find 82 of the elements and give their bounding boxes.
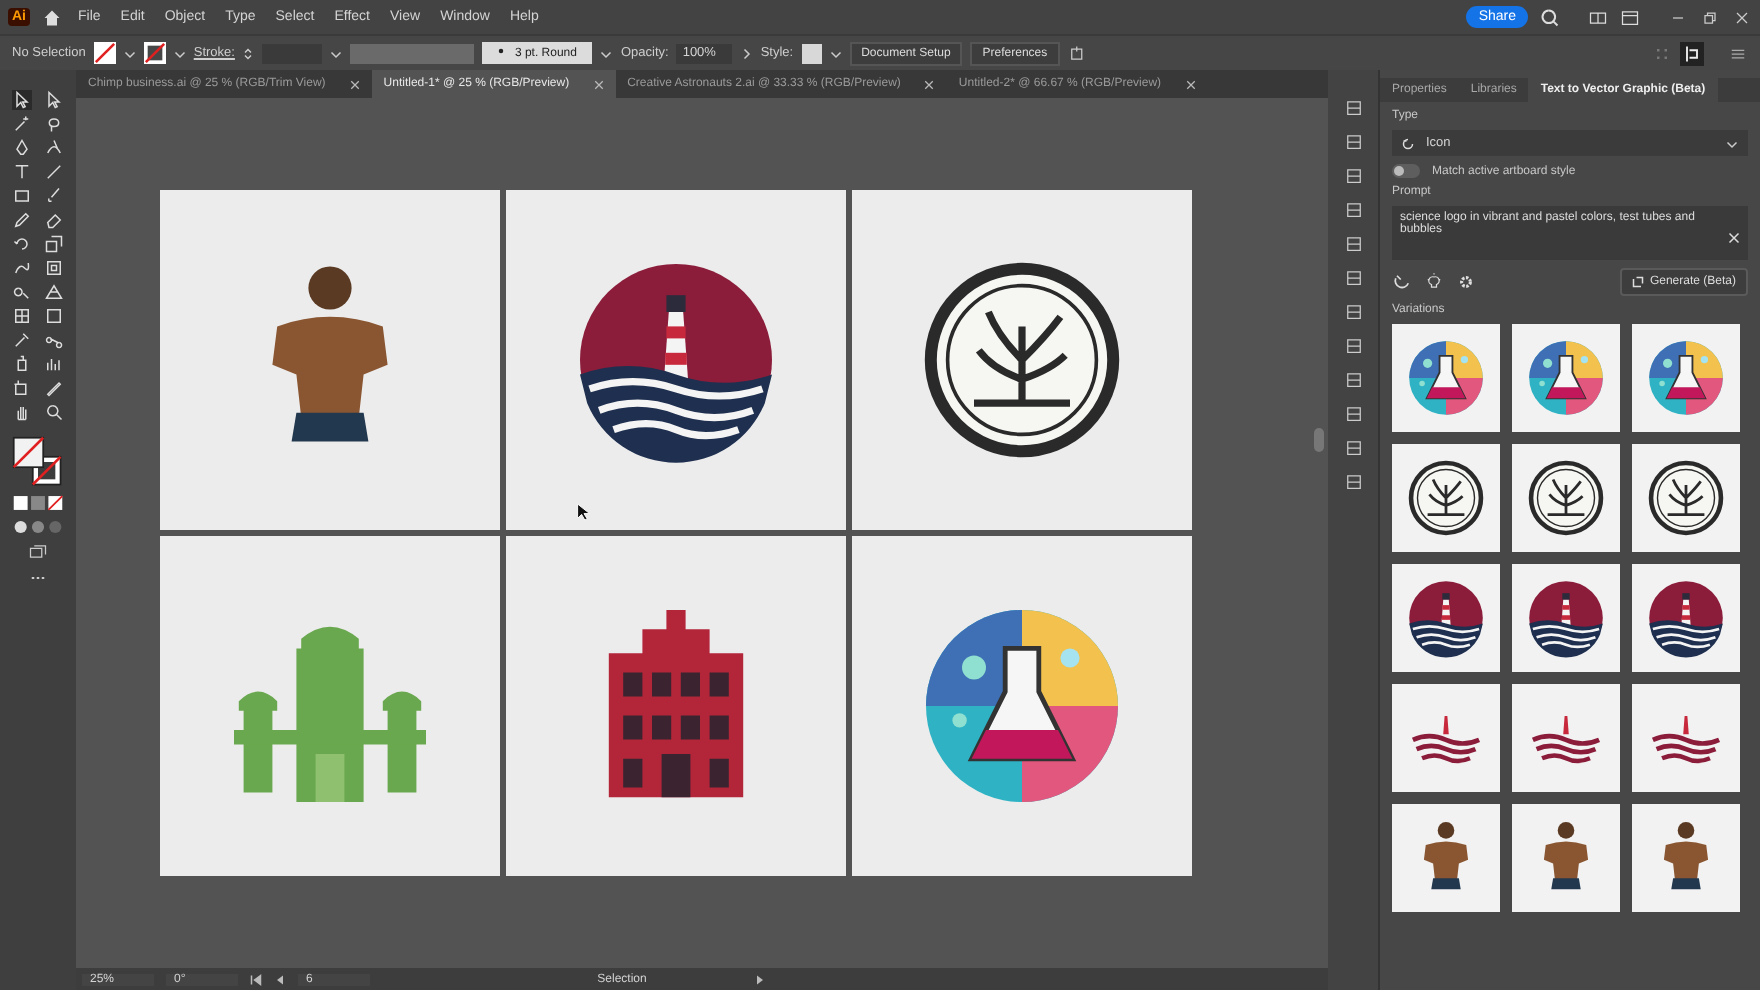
first-artboard-icon[interactable] xyxy=(250,973,262,985)
hand-tool-icon[interactable] xyxy=(12,402,32,422)
close-icon[interactable] xyxy=(924,79,935,89)
slice-tool-icon[interactable] xyxy=(44,378,64,398)
stepper-icon[interactable] xyxy=(242,47,255,59)
variation-thumbnail[interactable] xyxy=(1512,324,1620,432)
chevron-icon[interactable] xyxy=(740,47,753,59)
style-swatch[interactable] xyxy=(801,43,822,63)
magic-wand-icon[interactable] xyxy=(12,114,32,134)
close-icon[interactable] xyxy=(593,79,604,89)
variation-thumbnail[interactable] xyxy=(1512,444,1620,552)
icon-type-icon xyxy=(1402,137,1414,149)
eyedropper-icon[interactable] xyxy=(12,330,32,350)
curvature-pen-icon[interactable] xyxy=(44,138,64,158)
scale-tool-icon[interactable] xyxy=(44,234,64,254)
stroke-swatch[interactable] xyxy=(143,42,166,64)
variation-thumbnail[interactable] xyxy=(1632,324,1740,432)
clear-icon[interactable] xyxy=(1728,232,1740,244)
settings-icon[interactable] xyxy=(1456,272,1476,292)
rotate-tool-icon[interactable] xyxy=(12,234,32,254)
line-tool-icon[interactable] xyxy=(44,162,64,182)
variation-thumbnail[interactable] xyxy=(1632,684,1740,792)
fill-swatch[interactable] xyxy=(93,42,116,64)
cursor-icon xyxy=(576,502,592,522)
color-mode-icon[interactable] xyxy=(12,494,64,512)
graph-tool-icon[interactable] xyxy=(44,354,64,374)
caret-icon[interactable] xyxy=(173,47,186,59)
variation-thumbnail[interactable] xyxy=(1512,684,1620,792)
perspective-grid-icon[interactable] xyxy=(44,282,64,302)
variation-thumbnail[interactable] xyxy=(1392,324,1500,432)
gradient-tool-icon[interactable] xyxy=(44,306,64,326)
fill-stroke-swatches[interactable] xyxy=(12,436,64,488)
arrange-documents-icon[interactable] xyxy=(1588,7,1608,27)
scrollbar[interactable] xyxy=(1314,428,1324,452)
variation-thumbnail[interactable] xyxy=(1632,804,1740,912)
close-icon[interactable] xyxy=(349,79,360,89)
pen-tool-icon[interactable] xyxy=(12,138,32,158)
brush-tool-icon[interactable] xyxy=(44,186,64,206)
variation-thumbnail[interactable] xyxy=(1392,444,1500,552)
shape-builder-icon[interactable] xyxy=(12,282,32,302)
brush-dot-icon xyxy=(498,48,505,55)
toggle-switch[interactable] xyxy=(1392,164,1420,178)
mesh-tool-icon[interactable] xyxy=(12,306,32,326)
search-icon[interactable] xyxy=(1540,7,1560,27)
close-icon[interactable] xyxy=(1185,79,1196,89)
caret-icon[interactable] xyxy=(829,47,842,59)
type-tool-icon[interactable] xyxy=(12,162,32,182)
variation-thumbnail[interactable] xyxy=(1632,564,1740,672)
play-icon[interactable] xyxy=(754,973,766,985)
variation-thumbnail[interactable] xyxy=(1392,684,1500,792)
variation-thumbnail[interactable] xyxy=(1392,804,1500,912)
close-icon[interactable] xyxy=(1732,7,1752,27)
screen-mode-icon[interactable] xyxy=(28,542,48,562)
restore-icon[interactable] xyxy=(1700,7,1720,27)
sample-style-icon[interactable] xyxy=(1392,272,1412,292)
caret-icon[interactable] xyxy=(600,47,613,59)
symbol-sprayer-icon[interactable] xyxy=(12,354,32,374)
selection-tool-icon[interactable] xyxy=(12,90,32,110)
variation-thumbnail[interactable] xyxy=(1632,444,1740,552)
rectangle-tool-icon[interactable] xyxy=(12,186,32,206)
variation-thumbnail[interactable] xyxy=(1392,564,1500,672)
lasso-icon[interactable] xyxy=(44,114,64,134)
variation-thumbnail[interactable] xyxy=(1512,804,1620,912)
home-icon[interactable] xyxy=(42,7,62,27)
draw-mode-icon[interactable] xyxy=(12,518,64,536)
pencil-tool-icon[interactable] xyxy=(12,210,32,230)
caret-icon xyxy=(1726,137,1738,149)
artboard-tool-icon[interactable] xyxy=(12,378,32,398)
workspace-icon[interactable] xyxy=(1620,7,1640,27)
previous-artboard-icon[interactable] xyxy=(274,973,286,985)
caret-icon[interactable] xyxy=(330,47,343,59)
lightbulb-icon[interactable] xyxy=(1424,272,1444,292)
caret-icon[interactable] xyxy=(123,47,136,59)
eraser-tool-icon[interactable] xyxy=(44,210,64,230)
zoom-tool-icon[interactable] xyxy=(44,402,64,422)
direct-selection-tool-icon[interactable] xyxy=(44,90,64,110)
warp-tool-icon[interactable] xyxy=(12,258,32,278)
free-transform-icon[interactable] xyxy=(44,258,64,278)
variation-thumbnail[interactable] xyxy=(1512,564,1620,672)
variable-width-field[interactable] xyxy=(350,43,475,63)
generate-icon xyxy=(1631,276,1644,288)
arrange-icon[interactable] xyxy=(1067,43,1088,63)
